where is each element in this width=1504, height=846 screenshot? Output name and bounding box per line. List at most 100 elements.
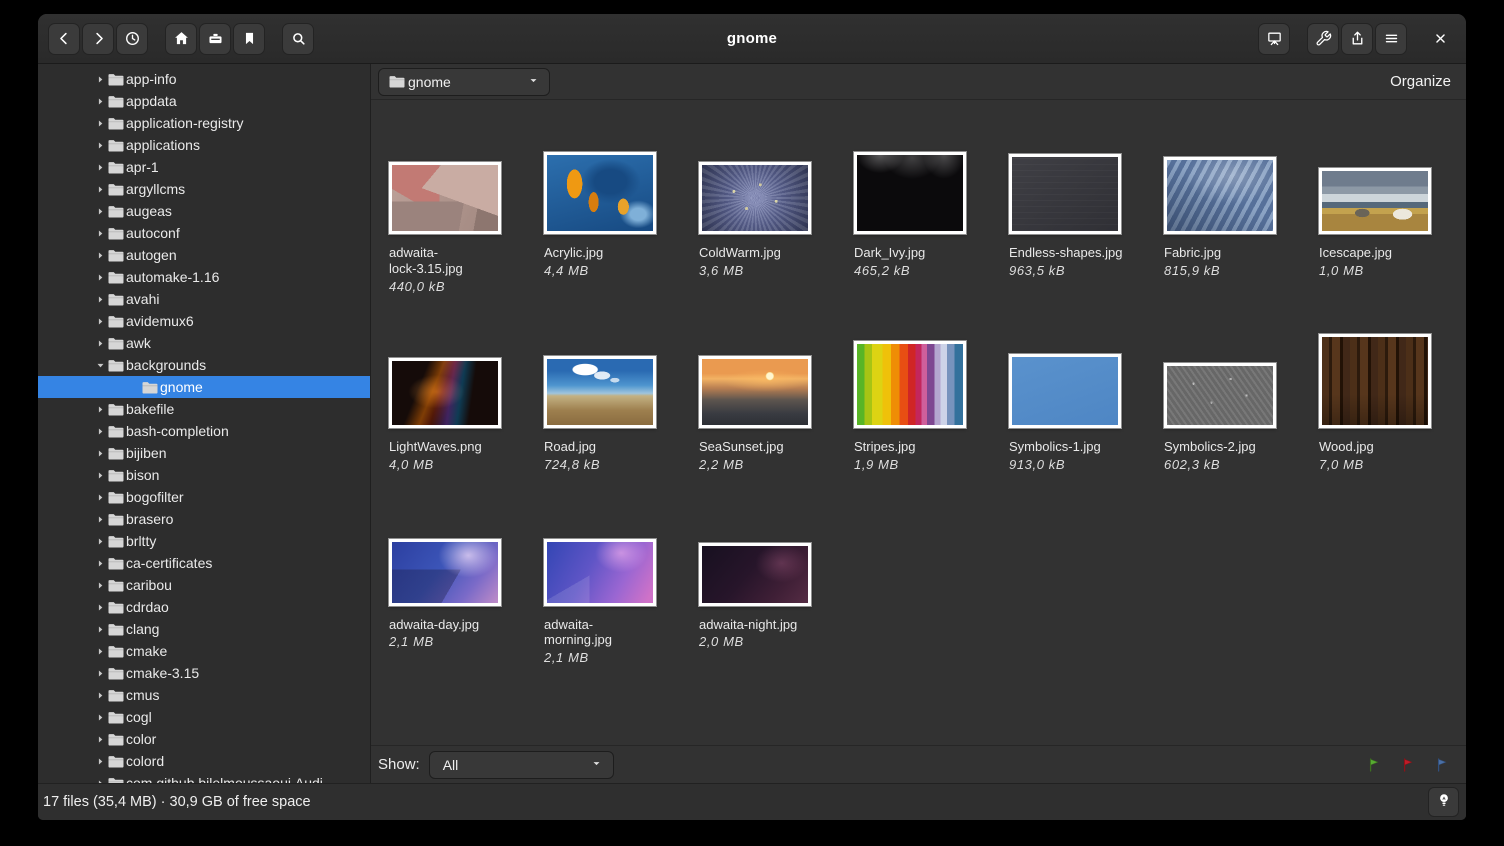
sidebar-item-automake-1.16[interactable]: automake-1.16: [38, 266, 370, 288]
sidebar-item-autoconf[interactable]: autoconf: [38, 222, 370, 244]
organize-button[interactable]: Organize: [1390, 73, 1451, 90]
sidebar-item-clang[interactable]: clang: [38, 618, 370, 640]
thumbnail-Wood.jpg[interactable]: [1319, 334, 1431, 428]
file-item[interactable]: Road.jpg724,8 kB: [544, 324, 699, 472]
flag-red-icon[interactable]: [1400, 756, 1417, 774]
file-item[interactable]: Wood.jpg7,0 MB: [1319, 324, 1466, 472]
home-button[interactable]: [165, 23, 197, 55]
sidebar-item-cmake-3.15[interactable]: cmake-3.15: [38, 662, 370, 684]
search-button[interactable]: [282, 23, 314, 55]
sidebar-item-application-registry[interactable]: application-registry: [38, 112, 370, 134]
expander-down-icon[interactable]: [94, 360, 107, 371]
expander-right-icon[interactable]: [94, 338, 107, 349]
thumbnail-LightWaves.png[interactable]: [389, 358, 501, 428]
file-item[interactable]: ColdWarm.jpg3,6 MB: [699, 130, 854, 294]
file-item[interactable]: adwaita- morning.jpg2,1 MB: [544, 502, 699, 666]
history-button[interactable]: [116, 23, 148, 55]
thumbnail-Icescape.jpg[interactable]: [1319, 168, 1431, 234]
close-button[interactable]: [1424, 23, 1456, 55]
flag-blue-icon[interactable]: [1434, 756, 1451, 774]
flag-green-icon[interactable]: [1366, 756, 1383, 774]
sidebar-item-awk[interactable]: awk: [38, 332, 370, 354]
sidebar-item-bijiben[interactable]: bijiben: [38, 442, 370, 464]
sidebar-item-applications[interactable]: applications: [38, 134, 370, 156]
thumbnail-Symbolics-1.jpg[interactable]: [1009, 354, 1121, 428]
expander-right-icon[interactable]: [94, 492, 107, 503]
expander-right-icon[interactable]: [94, 140, 107, 151]
drive-button[interactable]: [199, 23, 231, 55]
sidebar-item-avidemux6[interactable]: avidemux6: [38, 310, 370, 332]
expander-right-icon[interactable]: [94, 756, 107, 767]
expander-right-icon[interactable]: [94, 228, 107, 239]
expander-right-icon[interactable]: [94, 184, 107, 195]
sidebar-item-bakefile[interactable]: bakefile: [38, 398, 370, 420]
sidebar-item-apr-1[interactable]: apr-1: [38, 156, 370, 178]
sidebar-item-com.github.bilelmoussaoui.Audi[interactable]: com.github.bilelmoussaoui.Audi: [38, 772, 370, 783]
sidebar-item-argyllcms[interactable]: argyllcms: [38, 178, 370, 200]
tools-button[interactable]: [1307, 23, 1339, 55]
sidebar-item-autogen[interactable]: autogen: [38, 244, 370, 266]
expander-right-icon[interactable]: [94, 426, 107, 437]
sidebar-item-bison[interactable]: bison: [38, 464, 370, 486]
expander-right-icon[interactable]: [94, 624, 107, 635]
thumbnail-Acrylic.jpg[interactable]: [544, 152, 656, 234]
location-dropdown[interactable]: gnome: [378, 68, 550, 96]
sidebar-item-colord[interactable]: colord: [38, 750, 370, 772]
sidebar-item-bogofilter[interactable]: bogofilter: [38, 486, 370, 508]
sidebar-item-avahi[interactable]: avahi: [38, 288, 370, 310]
expander-right-icon[interactable]: [94, 712, 107, 723]
file-item[interactable]: LightWaves.png4,0 MB: [389, 324, 544, 472]
sidebar-item-cdrdao[interactable]: cdrdao: [38, 596, 370, 618]
file-item[interactable]: Acrylic.jpg4,4 MB: [544, 130, 699, 294]
sidebar-item-cmake[interactable]: cmake: [38, 640, 370, 662]
expander-right-icon[interactable]: [94, 690, 107, 701]
thumbnail-Dark_Ivy.jpg[interactable]: [854, 152, 966, 234]
expander-right-icon[interactable]: [94, 646, 107, 657]
bookmark-button[interactable]: [233, 23, 265, 55]
expander-right-icon[interactable]: [94, 118, 107, 129]
sidebar-item-augeas[interactable]: augeas: [38, 200, 370, 222]
file-item[interactable]: Fabric.jpg815,9 kB: [1164, 130, 1319, 294]
expander-right-icon[interactable]: [94, 580, 107, 591]
sidebar-item-appdata[interactable]: appdata: [38, 90, 370, 112]
thumbnail-Endless-shapes.jpg[interactable]: [1009, 154, 1121, 234]
sidebar-item-brltty[interactable]: brltty: [38, 530, 370, 552]
expander-right-icon[interactable]: [94, 602, 107, 613]
file-item[interactable]: Dark_Ivy.jpg465,2 kB: [854, 130, 1009, 294]
share-button[interactable]: [1341, 23, 1373, 55]
expander-right-icon[interactable]: [94, 272, 107, 283]
expander-right-icon[interactable]: [94, 448, 107, 459]
expander-right-icon[interactable]: [94, 404, 107, 415]
expander-right-icon[interactable]: [94, 316, 107, 327]
expander-right-icon[interactable]: [94, 734, 107, 745]
sidebar-item-backgrounds[interactable]: backgrounds: [38, 354, 370, 376]
expander-right-icon[interactable]: [94, 536, 107, 547]
sidebar-item-app-info[interactable]: app-info: [38, 68, 370, 90]
sidebar-item-color[interactable]: color: [38, 728, 370, 750]
thumbnail-adwaita-morning.jpg[interactable]: [544, 539, 656, 606]
forward-button[interactable]: [82, 23, 114, 55]
expander-right-icon[interactable]: [94, 294, 107, 305]
expander-right-icon[interactable]: [94, 74, 107, 85]
file-item[interactable]: adwaita-night.jpg2,0 MB: [699, 502, 854, 666]
thumbnail-adwaita-lock-3.15.jpg[interactable]: [389, 162, 501, 234]
sidebar-item-brasero[interactable]: brasero: [38, 508, 370, 530]
sidebar-item-gnome[interactable]: gnome: [38, 376, 370, 398]
filter-select[interactable]: All: [429, 751, 614, 779]
thumbnail-ColdWarm.jpg[interactable]: [699, 162, 811, 234]
statusbar-tools-button[interactable]: [1428, 787, 1459, 817]
file-item[interactable]: Icescape.jpg1,0 MB: [1319, 130, 1466, 294]
file-item[interactable]: Symbolics-1.jpg913,0 kB: [1009, 324, 1164, 472]
thumbnail-adwaita-day.jpg[interactable]: [389, 539, 501, 606]
sidebar-item-ca-certificates[interactable]: ca-certificates: [38, 552, 370, 574]
sidebar-item-bash-completion[interactable]: bash-completion: [38, 420, 370, 442]
thumbnail-SeaSunset.jpg[interactable]: [699, 356, 811, 428]
expander-right-icon[interactable]: [94, 250, 107, 261]
expander-right-icon[interactable]: [94, 668, 107, 679]
sidebar-item-cogl[interactable]: cogl: [38, 706, 370, 728]
expander-right-icon[interactable]: [94, 514, 107, 525]
file-item[interactable]: Stripes.jpg1,9 MB: [854, 324, 1009, 472]
thumbnail-Fabric.jpg[interactable]: [1164, 157, 1276, 234]
thumbnail-Symbolics-2.jpg[interactable]: [1164, 363, 1276, 428]
expander-right-icon[interactable]: [94, 558, 107, 569]
